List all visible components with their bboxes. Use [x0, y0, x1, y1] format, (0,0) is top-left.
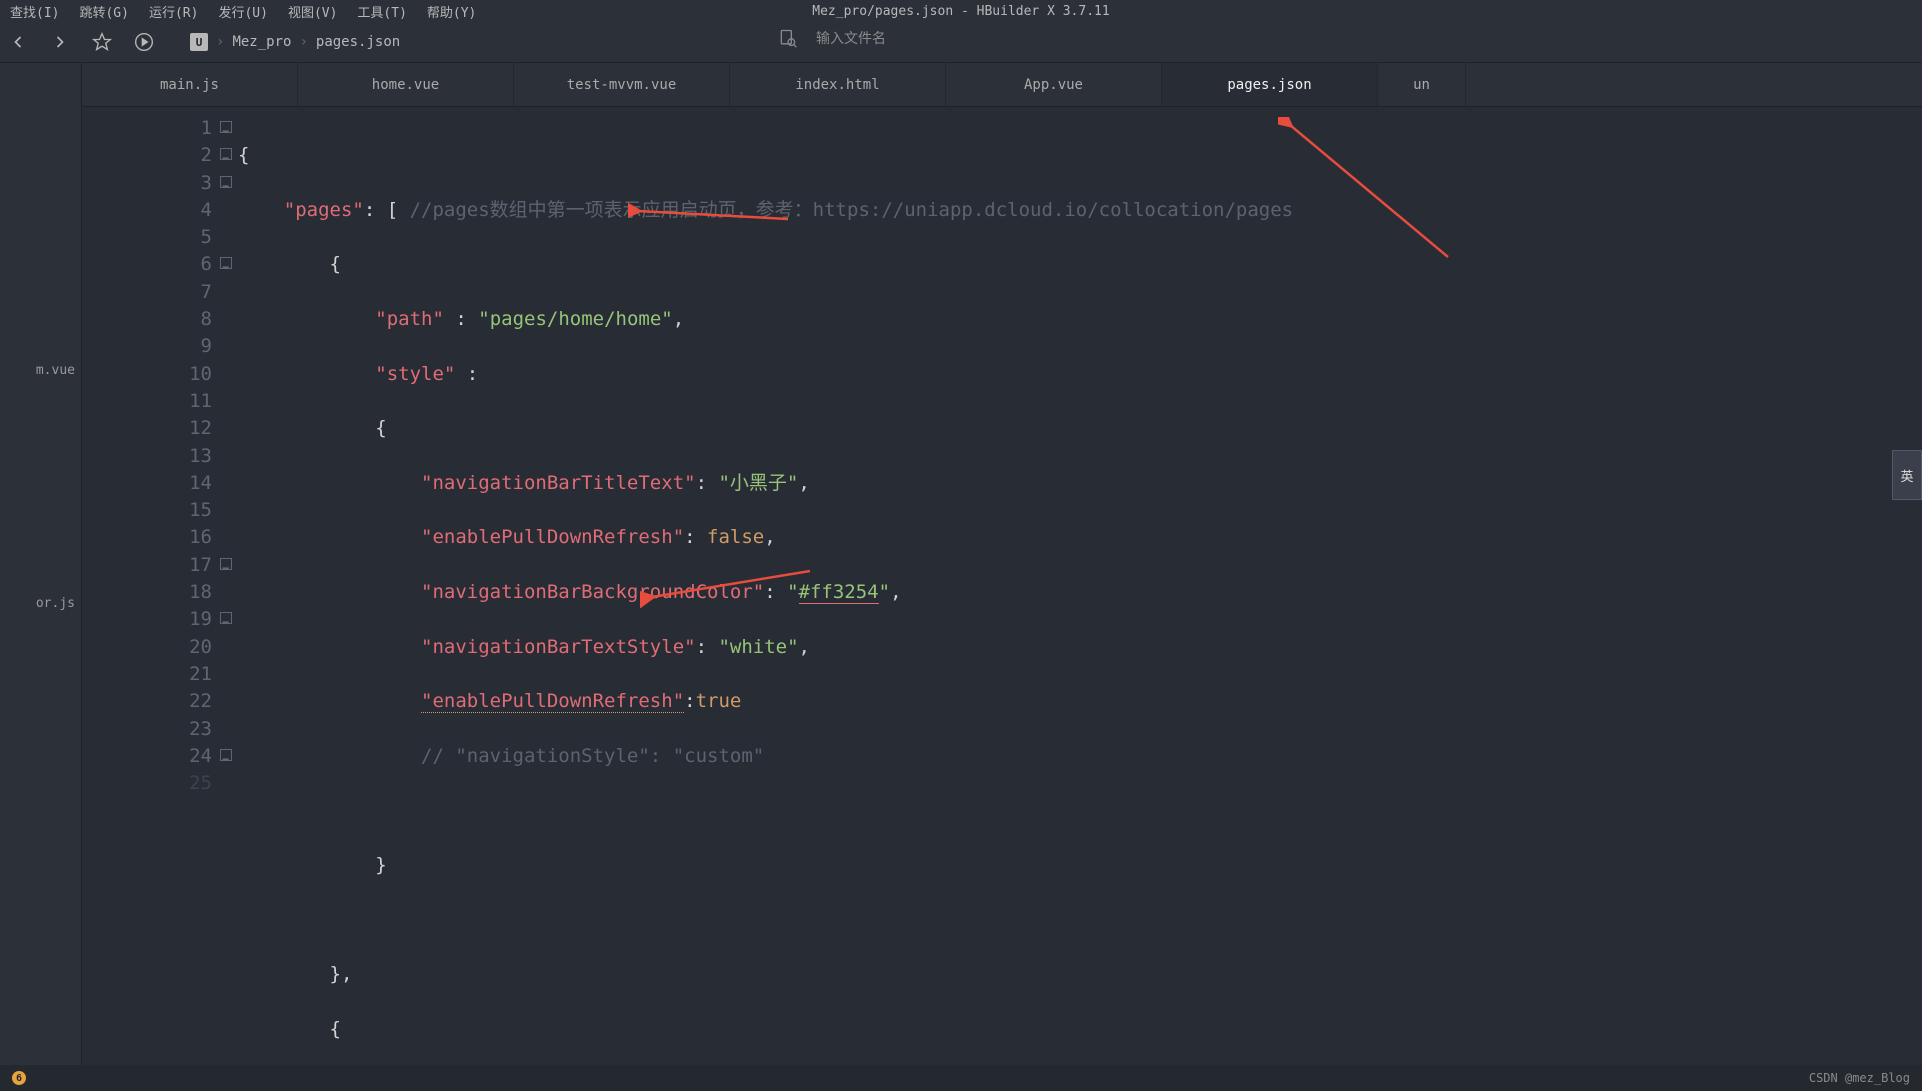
- chevron-right-icon: ›: [299, 34, 307, 50]
- fold-icon[interactable]: [220, 558, 232, 570]
- main-area: m.vue or.js main.js home.vue test-mvvm.v…: [0, 63, 1922, 1065]
- ime-badge[interactable]: 英: [1892, 450, 1922, 500]
- chevron-right-icon: ›: [216, 34, 224, 50]
- editor-pane: main.js home.vue test-mvvm.vue index.htm…: [82, 63, 1922, 1065]
- fold-icon[interactable]: [220, 257, 232, 269]
- breadcrumb-project[interactable]: Mez_pro: [232, 34, 291, 50]
- menu-run[interactable]: 运行(R): [143, 2, 204, 21]
- fold-icon[interactable]: [220, 121, 232, 133]
- tab-pages-json[interactable]: pages.json: [1162, 63, 1378, 106]
- forward-icon[interactable]: [46, 28, 74, 56]
- breadcrumb: U › Mez_pro › pages.json: [190, 33, 400, 51]
- uni-badge-icon: U: [190, 33, 208, 51]
- watermark-text: CSDN @mez_Blog: [1809, 1071, 1910, 1085]
- tab-index-html[interactable]: index.html: [730, 63, 946, 106]
- tab-app-vue[interactable]: App.vue: [946, 63, 1162, 106]
- status-bar: 6 CSDN @mez_Blog: [0, 1065, 1922, 1091]
- fold-icon[interactable]: [220, 148, 232, 160]
- menu-tool[interactable]: 工具(T): [351, 2, 412, 21]
- run-circle-icon[interactable]: [130, 28, 158, 56]
- back-icon[interactable]: [4, 28, 32, 56]
- sidebar-item[interactable]: m.vue: [0, 359, 81, 382]
- code-editor[interactable]: 1 2 3 45 6 78910 11121314 1516 17 18 19 …: [82, 107, 1922, 1065]
- line-gutter: 1 2 3 45 6 78910 11121314 1516 17 18 19 …: [82, 107, 238, 1065]
- menu-publish[interactable]: 发行(U): [212, 2, 273, 21]
- search-placeholder: 输入文件名: [816, 28, 886, 48]
- menu-view[interactable]: 视图(V): [282, 2, 343, 21]
- menu-find[interactable]: 查找(I): [4, 2, 65, 21]
- breadcrumb-file[interactable]: pages.json: [316, 34, 400, 50]
- tab-home-vue[interactable]: home.vue: [298, 63, 514, 106]
- code-lines[interactable]: { "pages": [ //pages数组中第一项表示应用启动页，参考：htt…: [238, 107, 1922, 1065]
- sidebar-item[interactable]: or.js: [0, 592, 81, 615]
- tab-overflow[interactable]: un: [1378, 63, 1466, 106]
- tab-test-mvvm[interactable]: test-mvvm.vue: [514, 63, 730, 106]
- fold-icon[interactable]: [220, 749, 232, 761]
- tab-bar: main.js home.vue test-mvvm.vue index.htm…: [82, 63, 1922, 107]
- toolbar: U › Mez_pro › pages.json 输入文件名: [0, 22, 1922, 63]
- menu-help[interactable]: 帮助(Y): [421, 2, 482, 21]
- menu-bar: 查找(I) 跳转(G) 运行(R) 发行(U) 视图(V) 工具(T) 帮助(Y…: [0, 0, 1922, 22]
- sidebar: m.vue or.js: [0, 63, 82, 1065]
- tab-main-js[interactable]: main.js: [82, 63, 298, 106]
- status-dot-icon[interactable]: 6: [12, 1071, 26, 1085]
- fold-icon[interactable]: [220, 612, 232, 624]
- favorite-icon[interactable]: [88, 28, 116, 56]
- fold-icon[interactable]: [220, 176, 232, 188]
- file-search[interactable]: 输入文件名: [778, 28, 886, 48]
- menu-goto[interactable]: 跳转(G): [73, 2, 134, 21]
- search-file-icon: [778, 28, 798, 48]
